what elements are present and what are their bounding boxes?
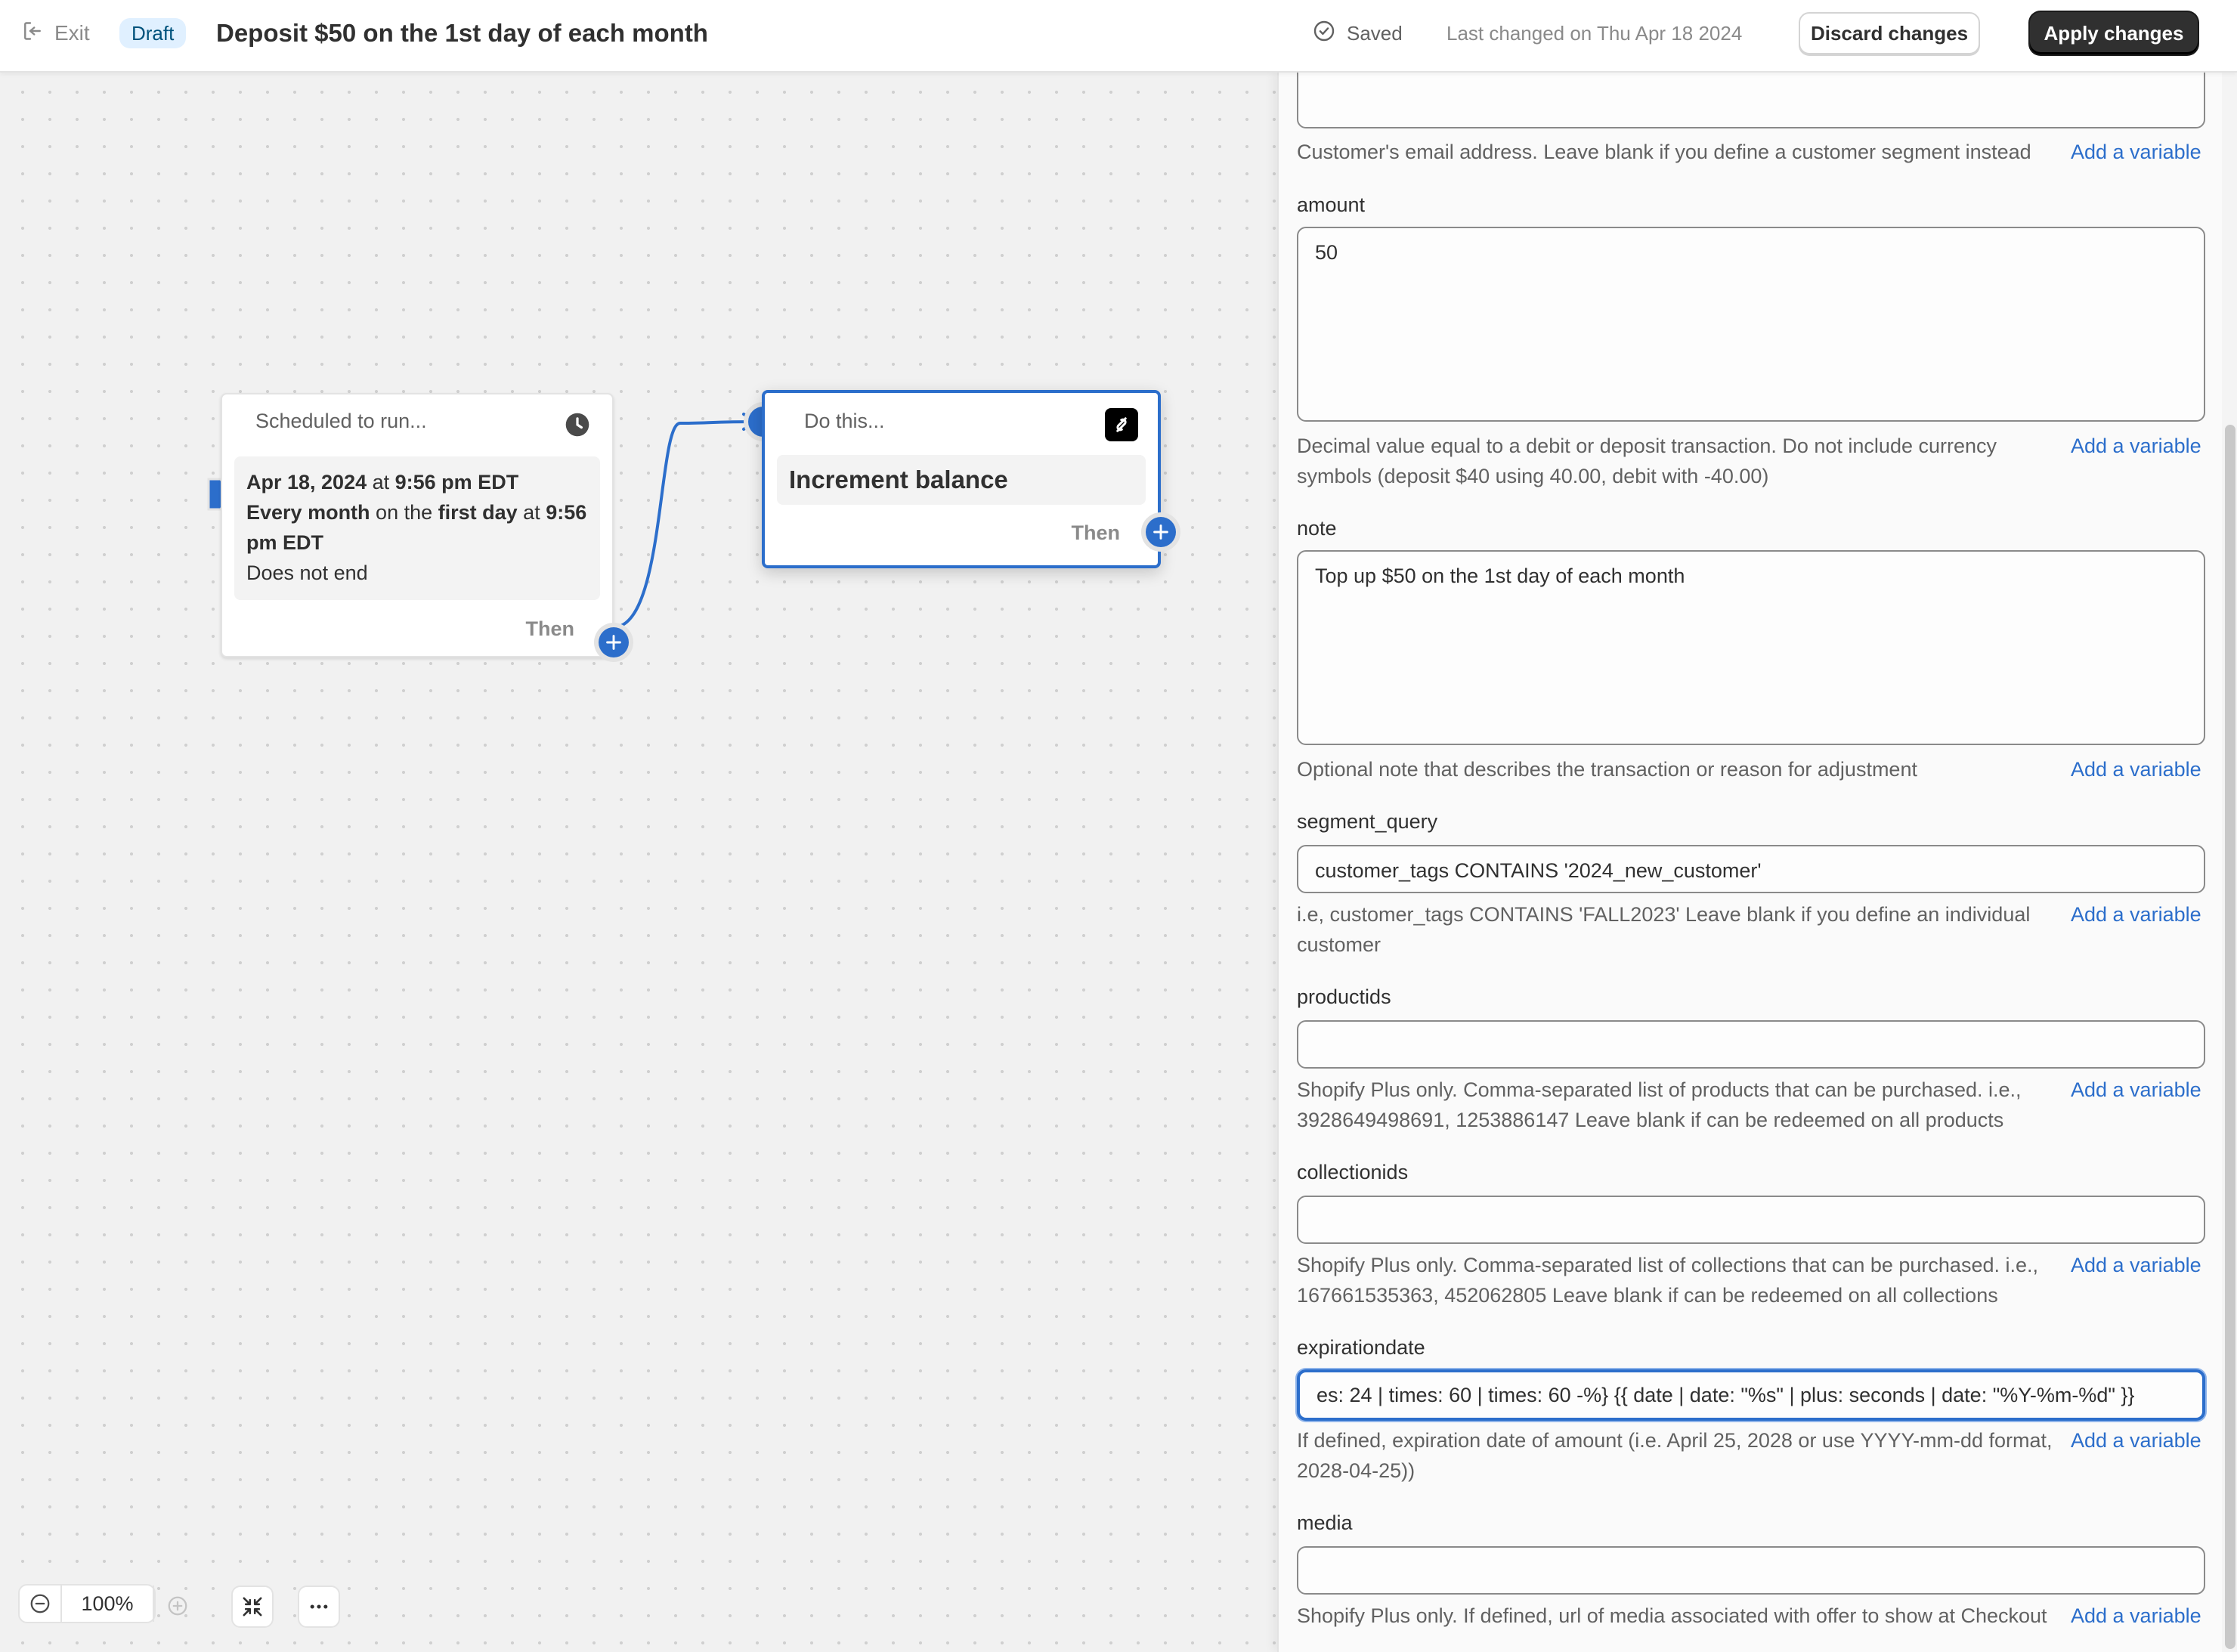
schedule-frequency: Every month on the first day at 9:56 pm … (246, 501, 587, 554)
status-badge: Draft (119, 18, 187, 48)
plus-icon (606, 635, 621, 650)
note-field[interactable]: Top up $50 on the 1st day of each month (1297, 550, 2205, 745)
action-add-step-button[interactable] (1146, 517, 1176, 547)
collectionids-field[interactable] (1297, 1196, 2205, 1244)
note-add-variable-link[interactable]: Add a variable (2071, 754, 2201, 784)
collapse-arrows-icon (243, 1597, 262, 1616)
media-help: Shopify Plus only. If defined, url of me… (1297, 1604, 2047, 1627)
trigger-node[interactable]: Scheduled to run... Apr 18, 2024 at 9:56… (221, 393, 629, 657)
panel-scrollbar[interactable] (2222, 73, 2237, 1652)
email-field[interactable] (1297, 73, 2205, 128)
saved-label: Saved (1347, 21, 1403, 45)
amount-label: amount (1297, 193, 1366, 216)
media-label: media (1297, 1511, 1353, 1534)
zoom-out-button[interactable] (20, 1585, 60, 1622)
segment-query-add-variable-link[interactable]: Add a variable (2071, 899, 2201, 930)
email-add-variable-link[interactable]: Add a variable (2071, 137, 2201, 167)
workflow-canvas[interactable]: Scheduled to run... Apr 18, 2024 at 9:56… (0, 73, 1277, 1652)
schedule-end: Does not end (246, 561, 368, 584)
media-field[interactable] (1297, 1546, 2205, 1595)
action-node[interactable]: Do this... Increment balance Then (762, 390, 1176, 568)
amount-help: Decimal value equal to a debit or deposi… (1297, 435, 1997, 487)
action-name: Increment balance (777, 455, 1146, 505)
productids-field[interactable] (1297, 1020, 2205, 1069)
collectionids-add-variable-link[interactable]: Add a variable (2071, 1250, 2201, 1280)
collectionids-help: Shopify Plus only. Comma-separated list … (1297, 1254, 2039, 1307)
last-changed-text: Last changed on Thu Apr 18 2024 (1446, 21, 1743, 45)
segment-query-help: i.e, customer_tags CONTAINS 'FALL2023' L… (1297, 903, 2031, 956)
top-bar: Exit Draft Deposit $50 on the 1st day of… (0, 0, 2237, 73)
trigger-schedule-summary: Apr 18, 2024 at 9:56 pm EDT Every month … (234, 456, 600, 600)
collectionids-label: collectionids (1297, 1161, 1409, 1183)
productids-help: Shopify Plus only. Comma-separated list … (1297, 1078, 2022, 1131)
check-circle-icon (1312, 19, 1336, 48)
schedule-start: Apr 18, 2024 at 9:56 pm EDT (246, 471, 519, 493)
media-add-variable-link[interactable]: Add a variable (2071, 1601, 2201, 1631)
more-options-button[interactable] (298, 1585, 340, 1628)
zoom-controls: 100% (18, 1582, 156, 1625)
expirationdate-label: expirationdate (1297, 1336, 1425, 1359)
exit-button[interactable]: Exit (21, 18, 90, 48)
action-then-label: Then (1071, 521, 1121, 544)
action-config-panel: Customer's email address. Leave blank if… (1277, 73, 2237, 1652)
zoom-in-icon[interactable] (166, 1595, 189, 1617)
fit-to-view-button[interactable] (231, 1585, 274, 1628)
saved-status: Saved (1312, 18, 1403, 48)
note-help: Optional note that describes the transac… (1297, 758, 1917, 781)
page-title: Deposit $50 on the 1st day of each month (216, 19, 708, 47)
segment-query-label: segment_query (1297, 810, 1438, 833)
app-logo-icon (1105, 408, 1138, 441)
note-label: note (1297, 517, 1337, 540)
scrollbar-thumb[interactable] (2225, 425, 2235, 1649)
ellipsis-icon (310, 1604, 328, 1609)
expirationdate-field[interactable]: es: 24 | times: 60 | times: 60 -%} {{ da… (1297, 1369, 2205, 1421)
trigger-then-label: Then (525, 617, 575, 640)
exit-icon (21, 20, 44, 48)
productids-add-variable-link[interactable]: Add a variable (2071, 1075, 2201, 1105)
email-help: Customer's email address. Leave blank if… (1297, 141, 2031, 163)
expirationdate-help: If defined, expiration date of amount (i… (1297, 1429, 2053, 1482)
zoom-level: 100% (60, 1585, 154, 1622)
action-heading: Do this... (804, 410, 885, 432)
plus-icon (1153, 524, 1168, 540)
apply-changes-button[interactable]: Apply changes (2030, 12, 2198, 54)
trigger-heading: Scheduled to run... (255, 410, 427, 432)
zoom-group: 100% (18, 1584, 156, 1623)
amount-add-variable-link[interactable]: Add a variable (2071, 431, 2201, 461)
segment-query-field[interactable]: customer_tags CONTAINS '2024_new_custome… (1297, 845, 2205, 893)
connector-line (613, 413, 757, 629)
trigger-add-step-button[interactable] (599, 627, 629, 657)
amount-field[interactable]: 50 (1297, 227, 2205, 422)
exit-label: Exit (54, 21, 90, 45)
productids-label: productids (1297, 985, 1391, 1008)
discard-changes-button[interactable]: Discard changes (1799, 12, 1980, 54)
clock-icon (565, 413, 589, 437)
expirationdate-add-variable-link[interactable]: Add a variable (2071, 1425, 2201, 1456)
zoom-out-icon (30, 1594, 50, 1613)
